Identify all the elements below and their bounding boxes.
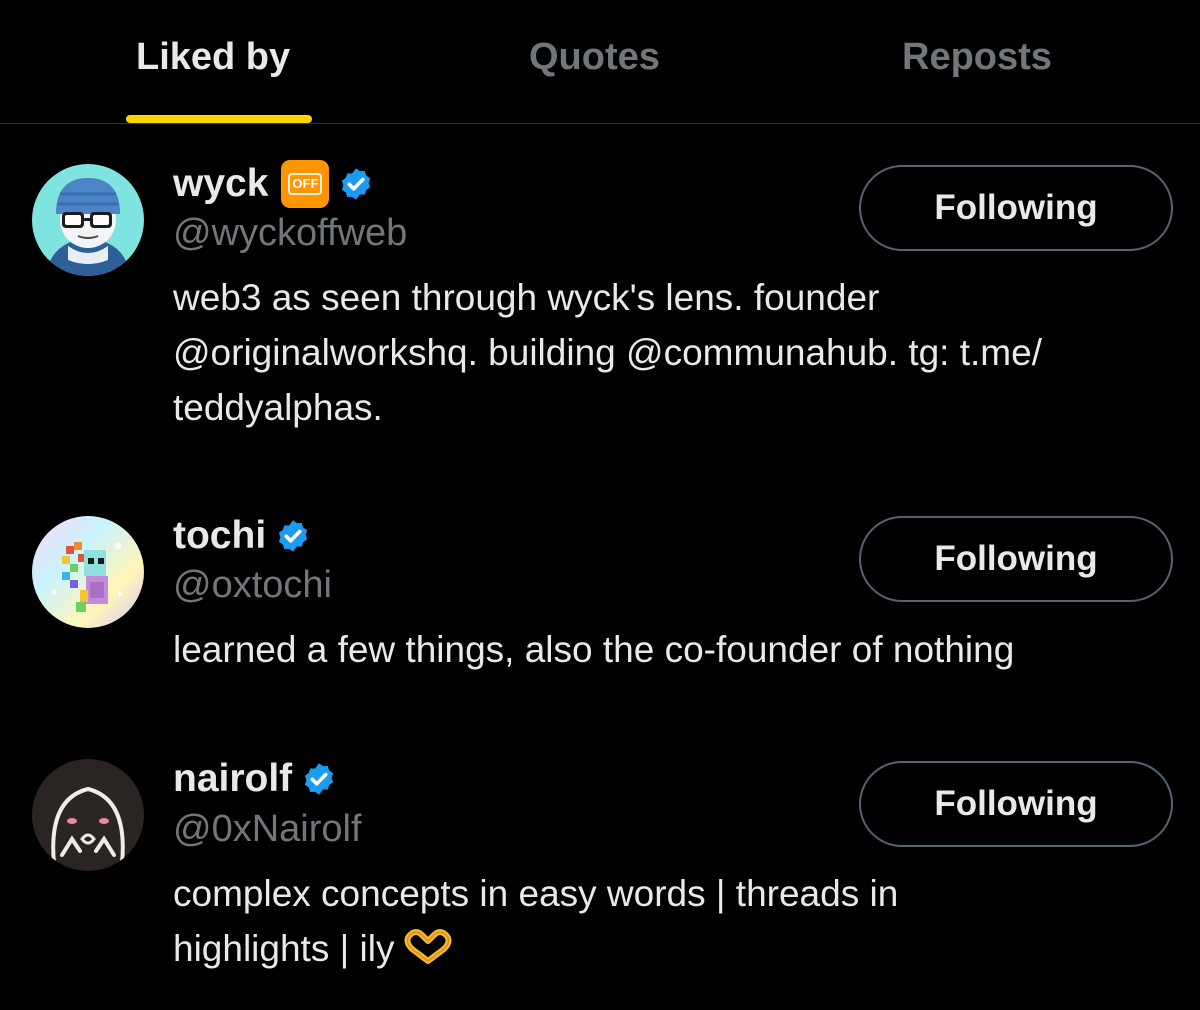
avatar[interactable] bbox=[32, 164, 144, 276]
bio-line-with-emoji: highlights | ily bbox=[173, 921, 1173, 976]
tab-quotes[interactable]: Quotes bbox=[529, 36, 660, 79]
bio-line: web3 as seen through wyck's lens. founde… bbox=[173, 277, 880, 318]
active-tab-indicator bbox=[126, 115, 312, 123]
user-bio: web3 as seen through wyck's lens. founde… bbox=[173, 270, 1173, 435]
user-bio: learned a few things, also the co-founde… bbox=[173, 622, 1173, 677]
user-handle[interactable]: @0xNairolf bbox=[173, 808, 362, 851]
bio-line: teddyalphas. bbox=[173, 387, 383, 428]
user-handle[interactable]: @wyckoffweb bbox=[173, 212, 407, 255]
user-handle[interactable]: @oxtochi bbox=[173, 564, 332, 607]
following-button[interactable]: Following bbox=[859, 761, 1173, 847]
user-bio: complex concepts in easy words | threads… bbox=[173, 866, 1173, 976]
bio-line: @originalworkshq. building @communahub. … bbox=[173, 332, 1042, 373]
bio-line: highlights | ily bbox=[173, 928, 395, 969]
heart-hands-emoji-icon bbox=[404, 929, 452, 964]
avatar[interactable] bbox=[32, 516, 144, 628]
tab-bar: Liked by Quotes Reposts bbox=[0, 0, 1200, 124]
following-button[interactable]: Following bbox=[859, 516, 1173, 602]
bio-line: complex concepts in easy words | threads… bbox=[173, 873, 899, 914]
display-name[interactable]: wyck bbox=[173, 162, 268, 206]
name-row: wyck OFF bbox=[173, 160, 374, 208]
avatar[interactable] bbox=[32, 759, 144, 871]
verified-badge-icon bbox=[279, 520, 308, 552]
following-button[interactable]: Following bbox=[859, 165, 1173, 251]
display-name[interactable]: nairolf bbox=[173, 757, 292, 801]
tab-reposts[interactable]: Reposts bbox=[902, 36, 1052, 79]
name-row: nairolf bbox=[173, 755, 337, 803]
name-row: tochi bbox=[173, 512, 311, 560]
off-badge-icon: OFF bbox=[281, 160, 330, 208]
verified-badge-icon bbox=[305, 763, 334, 795]
display-name[interactable]: tochi bbox=[173, 514, 266, 558]
verified-badge-icon bbox=[342, 168, 371, 200]
bio-line: learned a few things, also the co-founde… bbox=[173, 629, 1015, 670]
tab-liked-by[interactable]: Liked by bbox=[136, 36, 290, 79]
